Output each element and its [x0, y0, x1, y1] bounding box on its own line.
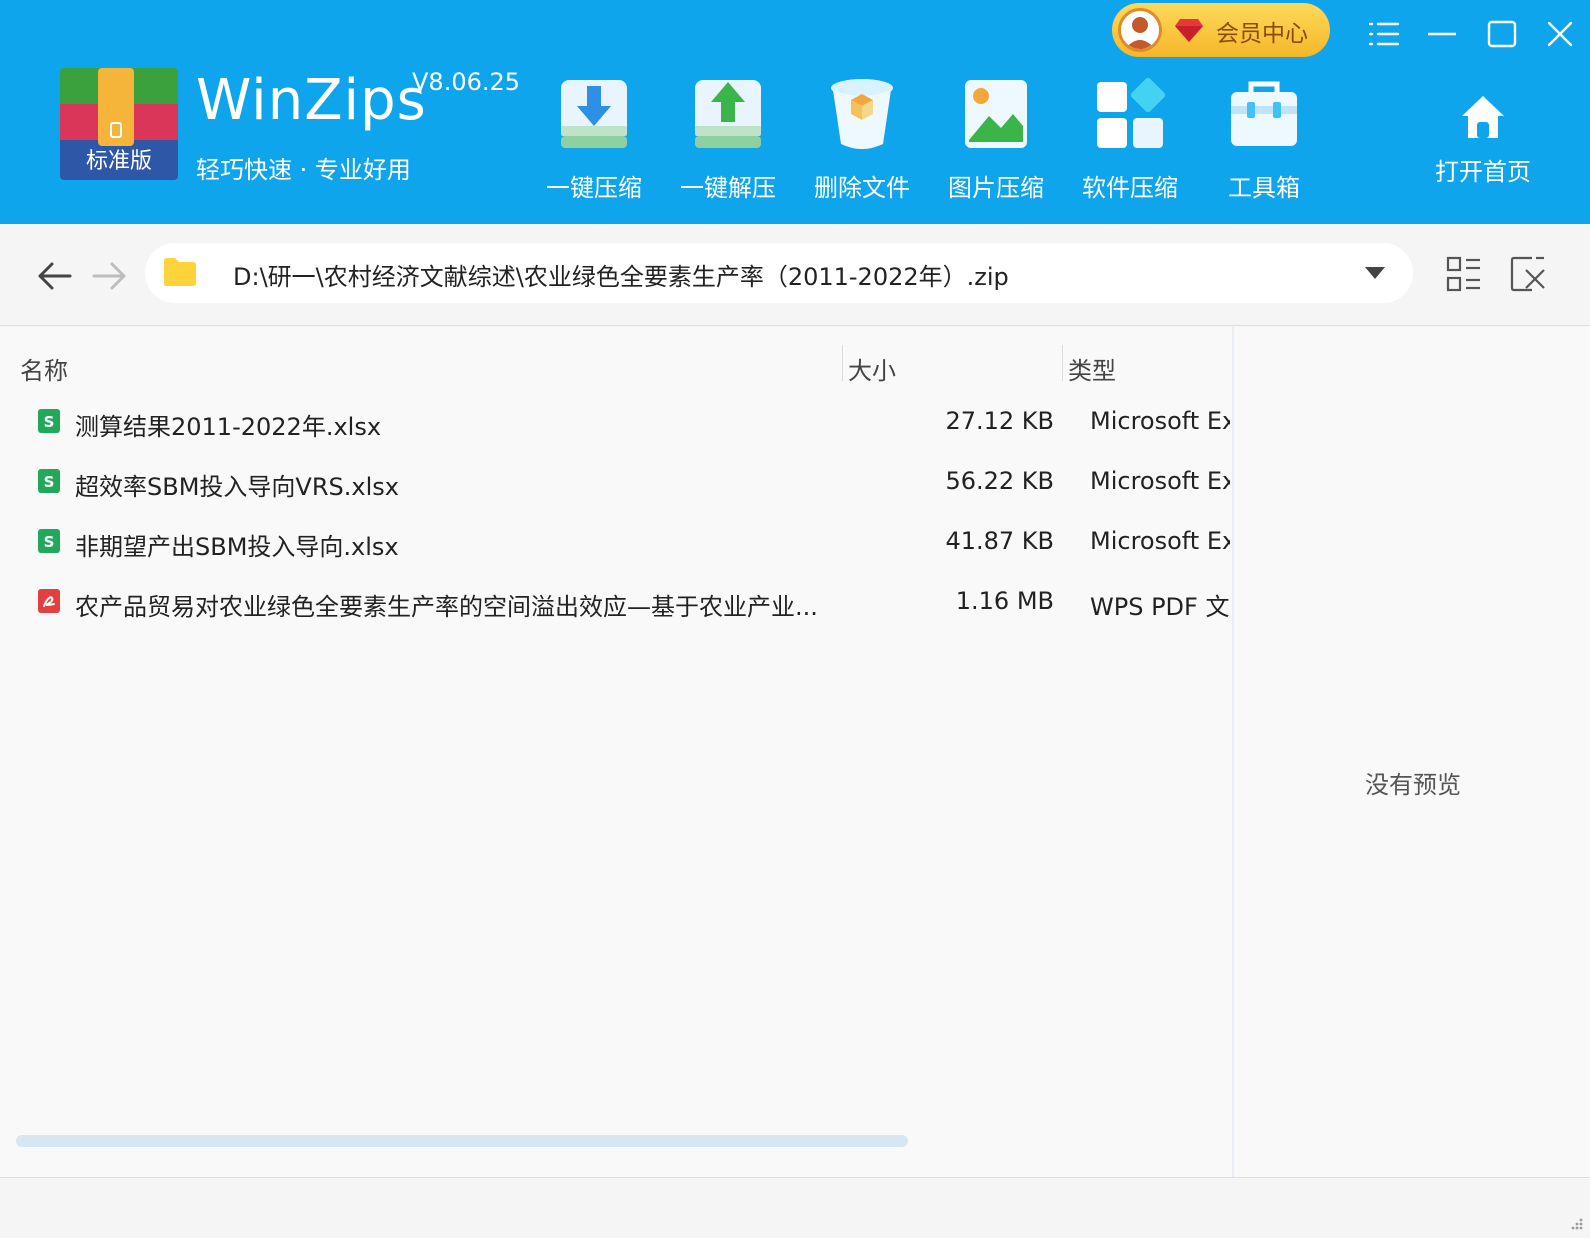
- extract-label: 一键解压: [680, 174, 776, 202]
- excel-file-icon: S: [38, 529, 60, 553]
- software-compress-label: 软件压缩: [1082, 174, 1178, 202]
- column-type-header[interactable]: 类型: [1068, 351, 1116, 386]
- view-mode-button[interactable]: [1442, 252, 1486, 296]
- extract-button[interactable]: 一键解压: [668, 76, 788, 203]
- column-name-header[interactable]: 名称: [20, 351, 68, 386]
- arrow-left-icon: [38, 262, 72, 290]
- file-type: WPS PDF 文: [1090, 593, 1230, 621]
- close-button[interactable]: [1538, 14, 1582, 54]
- apps-grid-icon: [1097, 77, 1166, 148]
- svg-text:S: S: [44, 473, 55, 491]
- table-row[interactable]: 农产品贸易对农业绿色全要素生产率的空间溢出效应—基于农业产业... 1.16 M…: [0, 573, 1232, 633]
- app-slogan: 轻巧快速 · 专业好用: [196, 156, 411, 184]
- address-bar[interactable]: D:\研一\农村经济文献综述\农业绿色全要素生产率（2011-2022年）.zi…: [145, 243, 1413, 303]
- address-history-dropdown[interactable]: [1359, 259, 1391, 287]
- table-row[interactable]: S 测算结果2011-2022年.xlsx 27.12 KB Microsoft…: [0, 393, 1232, 453]
- delete-file-button[interactable]: 删除文件: [802, 76, 922, 203]
- file-name: 非期望产出SBM投入导向.xlsx: [75, 533, 399, 561]
- compress-button[interactable]: 一键压缩: [534, 76, 654, 203]
- diamond-icon: [1175, 19, 1203, 42]
- file-type: Microsoft Ex: [1090, 467, 1230, 495]
- column-divider[interactable]: [842, 345, 843, 381]
- back-button[interactable]: [32, 254, 76, 298]
- app-logo: 标准版: [60, 68, 178, 180]
- horizontal-scrollbar[interactable]: [16, 1135, 908, 1147]
- table-row[interactable]: S 超效率SBM投入导向VRS.xlsx 56.22 KB Microsoft …: [0, 453, 1232, 513]
- file-list: 名称 大小 类型 S 测算结果2011-2022年.xlsx 27.12 KB …: [0, 327, 1232, 1177]
- status-bar: [0, 1177, 1590, 1238]
- app-name: WinZips: [196, 68, 427, 133]
- preview-pane: 没有预览: [1232, 327, 1590, 1177]
- maximize-button[interactable]: [1480, 14, 1524, 54]
- open-home-label: 打开首页: [1435, 158, 1531, 186]
- edition-badge: 标准版: [85, 149, 152, 174]
- toolbox-label: 工具箱: [1228, 174, 1300, 202]
- trash-icon: [831, 79, 893, 149]
- software-compress-button[interactable]: 软件压缩: [1070, 76, 1190, 203]
- image-compress-label: 图片压缩: [948, 174, 1044, 202]
- folder-icon: [164, 258, 196, 286]
- close-icon: [1547, 21, 1573, 47]
- open-home-button[interactable]: 打开首页: [1428, 92, 1538, 187]
- excel-file-icon: S: [38, 409, 60, 433]
- pdf-file-icon: [38, 589, 60, 613]
- caret-down-icon: [1365, 267, 1385, 279]
- excel-file-icon: S: [38, 469, 60, 493]
- layout-list-icon: [1446, 256, 1480, 292]
- preview-close-icon: [1510, 256, 1545, 292]
- file-name: 超效率SBM投入导向VRS.xlsx: [75, 473, 399, 501]
- address-path: D:\研一\农村经济文献综述\农业绿色全要素生产率（2011-2022年）.zi…: [233, 263, 1009, 291]
- svg-text:S: S: [44, 533, 55, 551]
- title-banner: 标准版 WinZips V8.06.25 轻巧快速 · 专业好用 一键压缩 一键…: [0, 0, 1590, 224]
- forward-button[interactable]: [88, 254, 132, 298]
- column-size-header[interactable]: 大小: [848, 351, 896, 386]
- maximize-icon: [1487, 20, 1517, 48]
- file-type: Microsoft Ex: [1090, 527, 1230, 555]
- vip-center-label: 会员中心: [1216, 21, 1308, 47]
- toolbox-icon: [1231, 81, 1297, 146]
- no-preview-text: 没有预览: [1365, 771, 1461, 799]
- file-size: 27.12 KB: [945, 407, 1054, 435]
- svg-text:S: S: [44, 413, 55, 431]
- file-size: 41.87 KB: [945, 527, 1054, 555]
- file-name: 测算结果2011-2022年.xlsx: [75, 413, 382, 441]
- extract-icon: [695, 80, 761, 148]
- minimize-icon: [1428, 32, 1456, 36]
- app-version: V8.06.25: [412, 68, 521, 96]
- delete-file-label: 删除文件: [814, 174, 910, 202]
- vip-center-button[interactable]: 会员中心: [1112, 3, 1330, 57]
- compress-label: 一键压缩: [546, 174, 642, 202]
- table-row[interactable]: S 非期望产出SBM投入导向.xlsx 41.87 KB Microsoft E…: [0, 513, 1232, 573]
- resize-grip-icon[interactable]: [1568, 1216, 1584, 1232]
- home-icon: [1462, 96, 1504, 138]
- image-icon: [965, 80, 1027, 148]
- column-divider[interactable]: [1062, 345, 1063, 381]
- toolbox-button[interactable]: 工具箱: [1204, 76, 1324, 203]
- image-compress-button[interactable]: 图片压缩: [936, 76, 1056, 203]
- file-size: 56.22 KB: [945, 467, 1054, 495]
- avatar: [1118, 8, 1162, 52]
- file-name: 农产品贸易对农业绿色全要素生产率的空间溢出效应—基于农业产业...: [75, 593, 818, 621]
- arrow-right-icon: [92, 262, 126, 290]
- menu-icon: [1368, 22, 1400, 46]
- address-toolbar: D:\研一\农村经济文献综述\农业绿色全要素生产率（2011-2022年）.zi…: [0, 224, 1590, 326]
- close-preview-button[interactable]: [1506, 252, 1550, 296]
- minimize-button[interactable]: [1420, 14, 1464, 54]
- file-size: 1.16 MB: [955, 587, 1054, 615]
- menu-button[interactable]: [1362, 14, 1406, 54]
- compress-icon: [561, 80, 627, 148]
- file-type: Microsoft Ex: [1090, 407, 1230, 435]
